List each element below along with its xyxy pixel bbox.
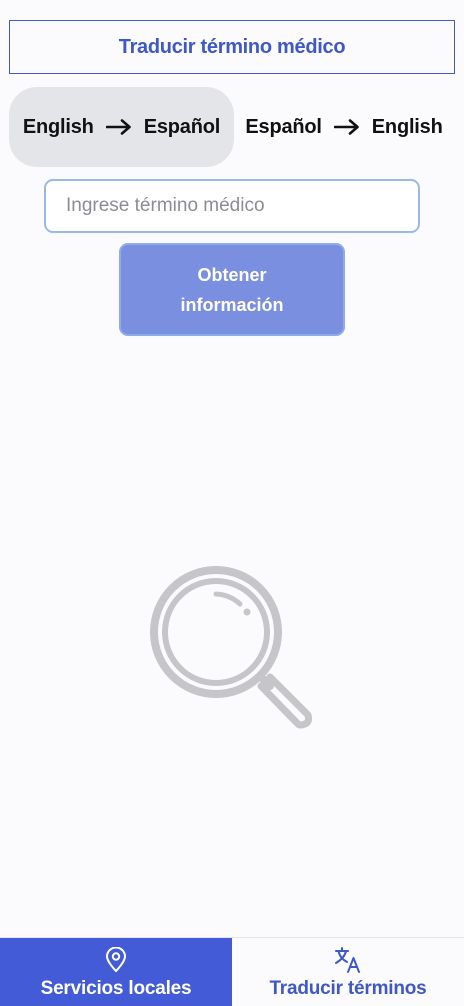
location-pin-icon	[105, 946, 127, 974]
translate-icon	[334, 946, 362, 974]
nav-item-traducir-terminos[interactable]: Traducir términos	[232, 938, 464, 1006]
direction-to-label: English	[371, 115, 443, 138]
direction-to-label: Español	[143, 115, 221, 138]
medical-term-input[interactable]	[44, 179, 420, 233]
nav-label: Traducir términos	[269, 978, 427, 999]
get-information-button[interactable]: Obtener información	[119, 243, 345, 336]
nav-label: Servicios locales	[40, 978, 192, 999]
page-title-text: Traducir término médico	[118, 35, 346, 58]
direction-option-es-en[interactable]: Español English	[234, 87, 454, 167]
get-information-label: Obtener información	[180, 264, 284, 315]
arrow-right-icon	[105, 119, 132, 135]
arrow-right-icon	[333, 119, 360, 135]
direction-from-label: English	[22, 115, 94, 138]
nav-item-servicios-locales[interactable]: Servicios locales	[0, 938, 232, 1006]
magnifying-glass-icon	[148, 564, 318, 734]
direction-from-label: Español	[245, 115, 322, 138]
page-title: Traducir término médico	[9, 20, 455, 74]
bottom-navigation: Servicios locales Traducir términos	[0, 937, 464, 1006]
app-screen: Traducir término médico English Español …	[0, 0, 464, 1006]
direction-option-en-es[interactable]: English Español	[9, 87, 234, 167]
